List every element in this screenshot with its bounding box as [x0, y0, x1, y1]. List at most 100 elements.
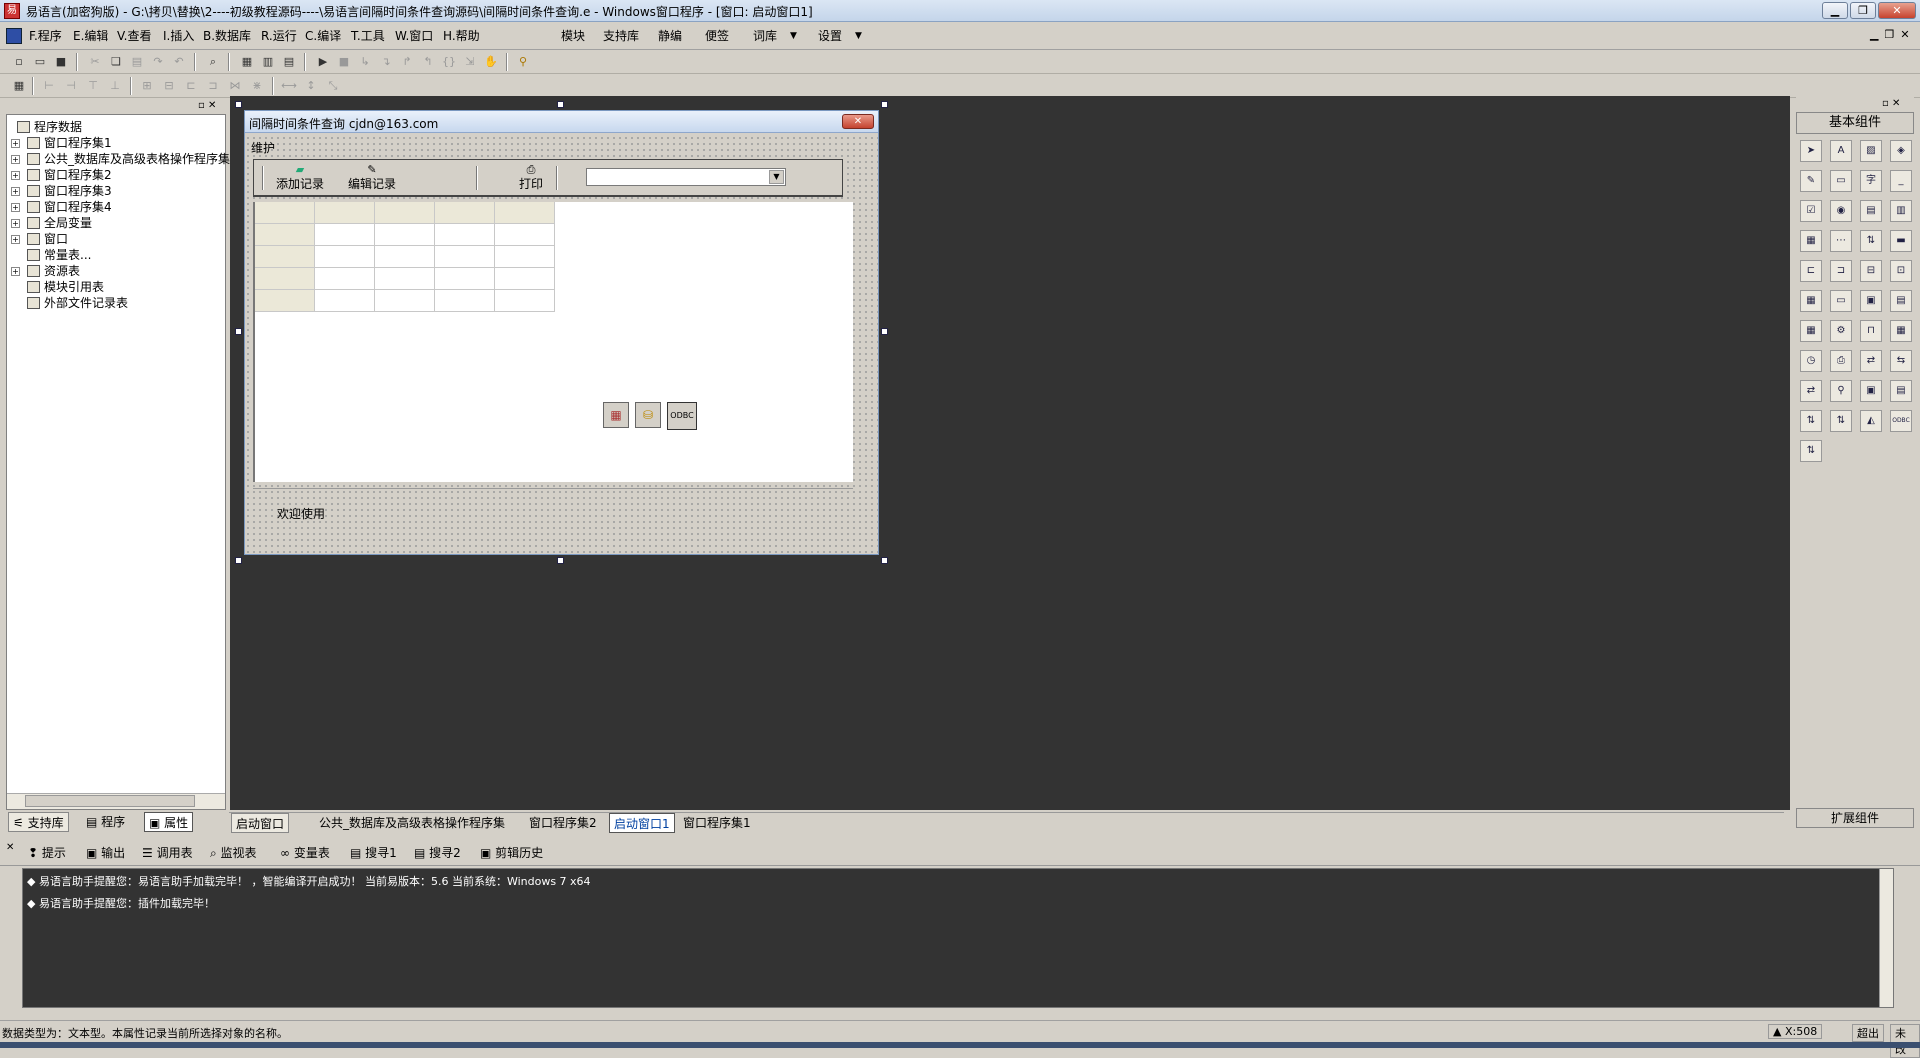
basic-components-header[interactable]: 基本组件 [1796, 112, 1914, 134]
run-icon[interactable]: ▶ [314, 53, 332, 71]
expand-icon[interactable]: + [11, 171, 20, 180]
tab-startup-window-1[interactable]: 启动窗口1 [609, 813, 675, 833]
tab-properties[interactable]: ▣ 属性 [144, 812, 194, 832]
same-width-icon[interactable]: ⊏ [182, 77, 200, 95]
menu-tools[interactable]: T.工具 [348, 22, 388, 50]
grid-cell[interactable] [495, 246, 555, 268]
sort-icon[interactable]: ⇅ [1800, 410, 1822, 432]
export-icon[interactable]: ⇅ [1800, 440, 1822, 462]
tab-call-stack[interactable]: ☰ 调用表 [142, 843, 193, 863]
align-bottom-icon[interactable]: ⊥ [106, 77, 124, 95]
hand-icon[interactable]: ✋ [482, 53, 500, 71]
pane-controls[interactable]: ▫ ✕ [1882, 98, 1900, 109]
tab-support-lib[interactable]: ⚟ 支持库 [8, 812, 69, 832]
edit-record-button[interactable]: ✎ 编辑记录 [346, 164, 398, 194]
resize-handle[interactable] [235, 101, 242, 108]
expand-icon[interactable]: + [11, 187, 20, 196]
menu-static[interactable]: 静编 [655, 22, 685, 50]
tab-output[interactable]: ▣ 输出 [86, 843, 125, 863]
step-out-icon[interactable]: ↰ [419, 53, 437, 71]
drive-icon[interactable]: ▦ [1800, 320, 1822, 342]
layout1-icon[interactable]: ▦ [238, 53, 256, 71]
close-button[interactable]: ✕ [1878, 2, 1916, 19]
close-icon[interactable]: ✕ [6, 842, 14, 853]
scroll-v-icon[interactable]: ⇅ [1860, 230, 1882, 252]
design-form-window[interactable]: 间隔时间条件查询 cjdn@163.com ✕ 维护 ▰ 添加记录 ✎ 编辑记录… [244, 110, 879, 555]
pane-controls[interactable]: ▫ ✕ [198, 100, 216, 111]
shape-icon[interactable]: ◈ [1890, 140, 1912, 162]
expand-icon[interactable]: + [11, 235, 20, 244]
data-grid-icon[interactable]: ▦ [1890, 320, 1912, 342]
picture-icon[interactable]: ▨ [1860, 140, 1882, 162]
chevron-down-icon[interactable]: ▼ [855, 31, 862, 41]
scroll-thumb[interactable] [25, 795, 195, 807]
grid-cell[interactable] [255, 246, 315, 268]
output-panel[interactable]: ◆ 易语言助手提醒您：易语言助手加载完毕！ ，智能编译开启成功！ 当前易版本：5… [22, 868, 1894, 1008]
grid-cell[interactable] [495, 224, 555, 246]
file-icon[interactable]: ▤ [1890, 290, 1912, 312]
line-icon[interactable]: _ [1890, 170, 1912, 192]
frame-icon[interactable]: ▭ [1830, 170, 1852, 192]
search-icon[interactable]: ⚲ [1830, 380, 1852, 402]
space-v-icon[interactable]: ⋇ [248, 77, 266, 95]
upload-icon[interactable]: ⇅ [1830, 410, 1852, 432]
tab-icon[interactable]: ⊡ [1890, 260, 1912, 282]
menu-insert[interactable]: I.插入 [160, 22, 197, 50]
resize-both-icon[interactable]: ⤡ [324, 77, 342, 95]
align-top-icon[interactable]: ⊤ [84, 77, 102, 95]
chevron-down-icon[interactable]: ▼ [790, 31, 797, 41]
horizontal-scrollbar[interactable] [7, 793, 225, 809]
tab-program[interactable]: ▤ 程序 [82, 812, 129, 832]
binoculars-icon[interactable]: ⚲ [514, 53, 532, 71]
breakpoint-icon[interactable]: {} [440, 53, 458, 71]
odbc-component-icon[interactable]: ODBC [667, 402, 697, 430]
minimize-button[interactable]: ▁ [1822, 2, 1848, 19]
tab-startup-window[interactable]: 启动窗口 [231, 813, 290, 833]
restore-button[interactable]: ❐ [1850, 2, 1876, 19]
menu-notes[interactable]: 便签 [702, 22, 732, 50]
step-icon[interactable]: ↳ [356, 53, 374, 71]
grid-cell[interactable] [315, 290, 375, 312]
menu-settings[interactable]: 设置 [815, 22, 845, 50]
expand-icon[interactable]: + [11, 219, 20, 228]
grid-cell[interactable] [495, 268, 555, 290]
expand-icon[interactable]: + [11, 155, 20, 164]
grid-cell[interactable] [375, 224, 435, 246]
grid-cell[interactable] [435, 268, 495, 290]
listbox-icon[interactable]: ▥ [1890, 200, 1912, 222]
layout2-icon[interactable]: ▥ [259, 53, 277, 71]
resize-handle[interactable] [235, 328, 242, 335]
resize-handle[interactable] [235, 557, 242, 564]
grid-cell[interactable] [255, 268, 315, 290]
find-icon[interactable]: ⌕ [204, 53, 222, 71]
list-icon[interactable]: ▤ [1860, 200, 1882, 222]
resize-handle[interactable] [881, 557, 888, 564]
db-icon[interactable]: ⚙ [1830, 320, 1852, 342]
resize-h-icon[interactable]: ⟷ [280, 77, 298, 95]
menu-support-lib[interactable]: 支持库 [600, 22, 642, 50]
spinner-icon[interactable]: ⋯ [1830, 230, 1852, 252]
center-h-icon[interactable]: ⊞ [138, 77, 156, 95]
step-over-icon[interactable]: ↱ [398, 53, 416, 71]
cut-icon[interactable]: ✂ [86, 53, 104, 71]
menu-thesaurus[interactable]: 词库 [750, 22, 780, 50]
scroll-h-icon[interactable]: ▬ [1890, 230, 1912, 252]
mdi-controls[interactable]: ▁❐✕ [1870, 28, 1916, 41]
undo-icon[interactable]: ↶ [170, 53, 188, 71]
grid-cell[interactable] [495, 290, 555, 312]
grid-icon[interactable]: ▦ [1800, 230, 1822, 252]
tab-search-1[interactable]: ▤ 搜寻1 [350, 843, 397, 863]
grid-cell[interactable] [315, 202, 375, 224]
menu-database[interactable]: B.数据库 [200, 22, 254, 50]
menu-module[interactable]: 模块 [558, 22, 588, 50]
grid-cell[interactable] [315, 224, 375, 246]
input-icon[interactable]: ▭ [1830, 290, 1852, 312]
edit-icon[interactable]: ✎ [1800, 170, 1822, 192]
step-into-icon[interactable]: ↴ [377, 53, 395, 71]
menu-program[interactable]: F.程序 [26, 22, 65, 50]
bracket-icon[interactable]: ⊏ [1800, 260, 1822, 282]
vertical-scrollbar[interactable] [1879, 869, 1893, 1007]
printer-icon[interactable]: ⎙ [1830, 350, 1852, 372]
grid-cell[interactable] [435, 290, 495, 312]
tab-db-assembly[interactable]: 公共_数据库及高级表格操作程序集 [315, 813, 509, 833]
